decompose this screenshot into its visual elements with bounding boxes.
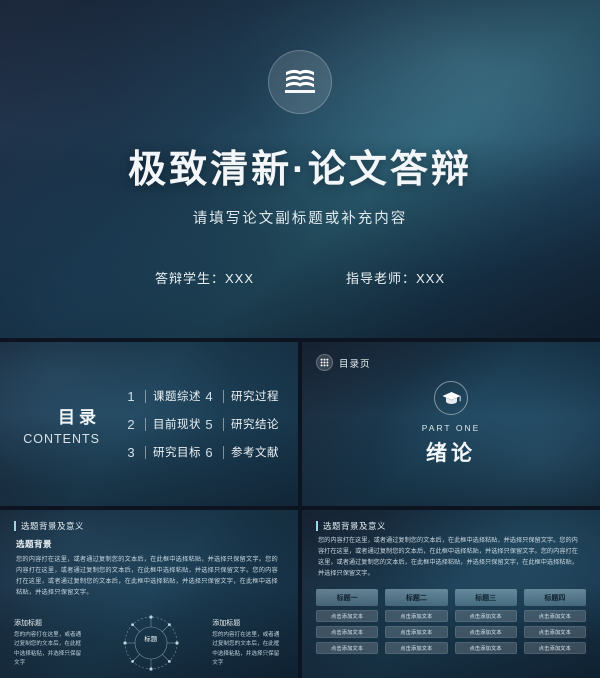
circular-diagram: 标题 xyxy=(92,606,206,678)
list-item[interactable]: 4 研究过程 xyxy=(202,388,280,404)
table-cell[interactable]: 点击添加文本 xyxy=(454,626,517,639)
slide-row-2: 目录 CONTENTS 1 课题综述 4 研究过程 2 目前现状 5 研究结论 … xyxy=(0,342,600,506)
toc-divider xyxy=(223,417,224,431)
slide-header-label: 选题背景及意义 xyxy=(323,521,387,531)
toc-number: 3 xyxy=(127,444,135,460)
background-paragraph: 您的内容打在这里，或者通过复制您的文本后，在此框中选择粘贴，并选择只保留文字。您… xyxy=(16,556,278,596)
table-column: 标题二 点击添加文本 点击添加文本 点击添加文本 xyxy=(385,589,448,655)
table-cell[interactable]: 点击添加文本 xyxy=(385,642,448,655)
toc-divider xyxy=(145,445,146,459)
part-title: 绪论 xyxy=(426,442,476,465)
grid-dots-icon xyxy=(316,354,333,371)
slide-row-3: 选题背景及意义 选题背景 您的内容打在这里，或者通过复制您的文本后，在此框中选择… xyxy=(0,510,600,678)
list-item[interactable]: 2 目前现状 xyxy=(124,416,202,432)
toc-label: 参考文献 xyxy=(231,447,279,459)
slide-header: 选题背景及意义 xyxy=(316,520,386,532)
table-column: 标题四 点击添加文本 点击添加文本 点击添加文本 xyxy=(523,589,586,655)
slide-header-label: 选题背景及意义 xyxy=(21,521,85,531)
presentation-deck: 极致清新·论文答辩 请填写论文副标题或补充内容 答辩学生：XXX 指导老师：XX… xyxy=(0,0,600,678)
contents-content: 目录 CONTENTS 1 课题综述 4 研究过程 2 目前现状 5 研究结论 … xyxy=(0,342,298,506)
toc-number: 1 xyxy=(127,388,135,404)
table-column: 标题三 点击添加文本 点击添加文本 点击添加文本 xyxy=(454,589,517,655)
right-text-card: 添加标题 您的内容打在这里，或者通过复制您的文本后，在此框中选择粘贴，并选择只保… xyxy=(212,618,284,669)
right-card-title: 添加标题 xyxy=(212,619,241,627)
list-item[interactable]: 5 研究结论 xyxy=(202,416,280,432)
cover-meta: 答辩学生：XXX 指导老师：XXX xyxy=(0,268,600,287)
table-columns: 标题一 点击添加文本 点击添加文本 点击添加文本 标题二 点击添加文本 点击添加… xyxy=(302,579,600,655)
slide-contents[interactable]: 目录 CONTENTS 1 课题综述 4 研究过程 2 目前现状 5 研究结论 … xyxy=(0,342,298,506)
student-label: 答辩学生：XXX xyxy=(154,271,254,286)
table-cell[interactable]: 点击添加文本 xyxy=(523,626,586,639)
table-cell[interactable]: 点击添加文本 xyxy=(523,642,586,655)
toc-label: 研究过程 xyxy=(231,391,279,403)
toc-divider xyxy=(223,389,224,403)
column-header: 标题四 xyxy=(523,589,586,607)
advisor-label: 指导老师：XXX xyxy=(346,271,446,286)
left-text-card: 添加标题 您的内容打在这里，或者通过复制您的文本后，在此框中选择粘贴，并选择只保… xyxy=(14,618,86,669)
slide-cover[interactable]: 极致清新·论文答辩 请填写论文副标题或补充内容 答辩学生：XXX 指导老师：XX… xyxy=(0,0,600,338)
toc-label: 研究目标 xyxy=(153,447,201,459)
toc-list: 1 课题综述 4 研究过程 2 目前现状 5 研究结论 3 研究目标 6 参考文… xyxy=(114,382,280,466)
table-cell[interactable]: 点击添加文本 xyxy=(316,642,379,655)
right-card-text: 您的内容打在这里，或者通过复制您的文本后，在此框中选择粘贴，并选择只保留文字 xyxy=(212,631,280,667)
slide-part-divider[interactable]: 目录页 PART ONE 绪论 xyxy=(302,342,600,506)
toc-number: 2 xyxy=(127,416,135,432)
section-tag: 目录页 xyxy=(316,354,371,371)
left-card-title: 添加标题 xyxy=(14,619,42,627)
table-paragraph: 您的内容打在这里，或者通过复制您的文本后，在此框中选择粘贴，并选择只保留文字。您… xyxy=(318,537,578,577)
contents-title-block: 目录 CONTENTS xyxy=(18,403,114,446)
slide-background[interactable]: 选题背景及意义 选题背景 您的内容打在这里，或者通过复制您的文本后，在此框中选择… xyxy=(0,510,298,678)
list-item[interactable]: 6 参考文献 xyxy=(202,444,280,460)
diagram-center-label: 标题 xyxy=(144,636,158,644)
column-header: 标题一 xyxy=(316,589,379,607)
page-subtitle: 请填写论文副标题或补充内容 xyxy=(192,211,408,227)
toc-label: 目前现状 xyxy=(153,419,201,431)
contents-title-en: CONTENTS xyxy=(23,431,100,446)
column-header: 标题二 xyxy=(385,589,448,607)
table-cell[interactable]: 点击添加文本 xyxy=(316,610,379,623)
table-cell[interactable]: 点击添加文本 xyxy=(454,610,517,623)
list-item[interactable]: 1 课题综述 xyxy=(124,388,202,404)
toc-label: 研究结论 xyxy=(231,419,279,431)
table-cell[interactable]: 点击添加文本 xyxy=(385,610,448,623)
slide-table[interactable]: 选题背景及意义 您的内容打在这里，或者通过复制您的文本后，在此框中选择粘贴，并选… xyxy=(302,510,600,678)
toc-divider xyxy=(223,445,224,459)
slide-header: 选题背景及意义 xyxy=(14,520,84,532)
background-heading: 选题背景 xyxy=(16,539,53,549)
toc-label: 课题综述 xyxy=(153,391,201,403)
cover-content: 极致清新·论文答辩 请填写论文副标题或补充内容 答辩学生：XXX 指导老师：XX… xyxy=(0,50,600,287)
toc-divider xyxy=(145,417,146,431)
table-cell[interactable]: 点击添加文本 xyxy=(523,610,586,623)
table-cell[interactable]: 点击添加文本 xyxy=(316,626,379,639)
toc-number: 5 xyxy=(205,416,213,432)
left-card-text: 您的内容打在这里，或者通过复制您的文本后，在此框中选择粘贴，并选择只保留文字 xyxy=(14,631,82,667)
list-item[interactable]: 3 研究目标 xyxy=(124,444,202,460)
part-number-label: PART ONE xyxy=(421,423,481,433)
table-column: 标题一 点击添加文本 点击添加文本 点击添加文本 xyxy=(316,589,379,655)
accent-bar xyxy=(316,521,318,531)
background-lower: 添加标题 您的内容打在这里，或者通过复制您的文本后，在此框中选择粘贴，并选择只保… xyxy=(0,598,298,678)
graduation-cap-icon xyxy=(434,381,468,415)
table-cell[interactable]: 点击添加文本 xyxy=(385,626,448,639)
accent-bar xyxy=(14,521,16,531)
section-tag-label: 目录页 xyxy=(339,358,371,370)
toc-divider xyxy=(145,389,146,403)
column-header: 标题三 xyxy=(454,589,517,607)
toc-number: 6 xyxy=(205,444,213,460)
books-icon xyxy=(268,50,332,114)
page-title: 极致清新·论文答辩 xyxy=(128,149,472,191)
toc-number: 4 xyxy=(205,388,213,404)
table-cell[interactable]: 点击添加文本 xyxy=(454,642,517,655)
contents-title-cn: 目录 xyxy=(58,407,100,427)
